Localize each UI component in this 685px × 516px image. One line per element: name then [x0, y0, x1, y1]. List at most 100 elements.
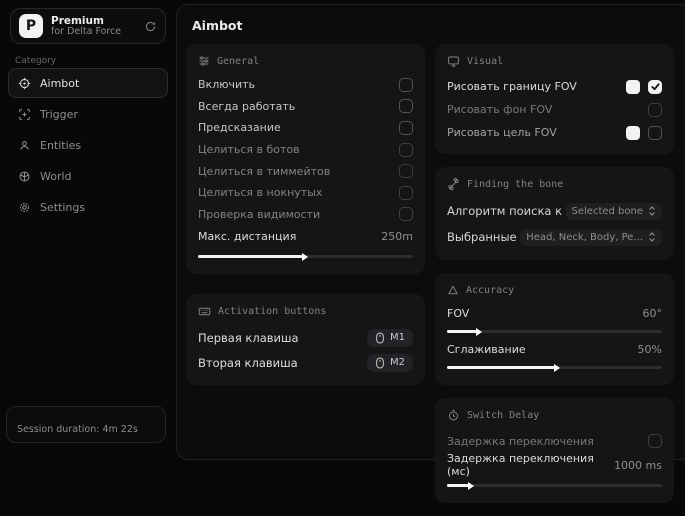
keybind-button-m1[interactable]: M1 [367, 329, 413, 347]
slider-thumb[interactable] [554, 364, 560, 372]
color-swatch[interactable] [626, 126, 640, 140]
page-title: Aimbot [177, 5, 685, 33]
slider-thumb[interactable] [468, 482, 474, 490]
fov-label: FOV [447, 307, 469, 320]
smoothing-label: Сглаживание [447, 343, 526, 356]
fov-slider[interactable] [447, 330, 662, 333]
checkbox-enable[interactable] [399, 78, 413, 92]
sidebar-item-label: Entities [40, 139, 81, 152]
toggle-label: Всегда работать [198, 100, 295, 113]
slider-thumb[interactable] [302, 253, 308, 261]
keybind-value: M1 [390, 332, 405, 343]
activation-header-label: Activation buttons [218, 306, 326, 317]
bones-header-label: Finding the bone [467, 179, 563, 190]
color-swatch[interactable] [626, 80, 640, 94]
switch-delay-slider[interactable] [447, 484, 662, 487]
checkbox-always-work[interactable] [399, 99, 413, 113]
bone-algorithm-select[interactable]: Selected bone [566, 203, 662, 220]
sidebar-item-world[interactable]: World [8, 161, 168, 191]
checkbox-target-knocked[interactable] [399, 186, 413, 200]
smoothing-value: 50% [638, 343, 662, 356]
toggle-row-visibility-check: Проверка видимости [198, 204, 413, 226]
bone-algorithm-row: Алгоритм поиска кост Selected bone [447, 198, 662, 224]
checkbox-fov-target[interactable] [648, 126, 662, 140]
general-header-label: General [217, 56, 259, 67]
monitor-icon [447, 55, 460, 68]
visual-row-fov-target: Рисовать цель FOV [447, 121, 662, 144]
switch-delay-ms-label: Задержка переключения (мс) [447, 452, 614, 478]
checkbox-visibility-check[interactable] [399, 207, 413, 221]
checkbox-target-teammates[interactable] [399, 164, 413, 178]
unfold-icon [648, 206, 656, 216]
keybind-button-m2[interactable]: M2 [367, 354, 413, 372]
toggle-label: Проверка видимости [198, 208, 320, 221]
gear-icon [18, 201, 31, 214]
visual-label: Рисовать цель FOV [447, 126, 557, 139]
selected-bones-row: Выбранные кос Head, Neck, Body, Pe... [447, 224, 662, 250]
switch-delay-ms-row: Задержка переключения (мс) 1000 ms [447, 453, 662, 477]
session-duration-box: Session duration: 4m 22s [6, 406, 166, 443]
accuracy-header-label: Accuracy [466, 285, 514, 296]
fov-value: 60° [643, 307, 663, 320]
sidebar-item-settings[interactable]: Settings [8, 192, 168, 222]
toggle-label: Целиться в нокнутых [198, 186, 322, 199]
general-header: General [198, 55, 413, 67]
checkbox-switch-delay[interactable] [648, 434, 662, 448]
slider-thumb[interactable] [476, 328, 482, 336]
toggle-row-always-work: Всегда работать [198, 96, 413, 118]
session-duration-text: Session duration: 4m 22s [17, 424, 138, 435]
activation-card: Activation buttons Первая клавиша M1 [186, 294, 425, 385]
accuracy-card: Accuracy FOV 60° Сглаживание 50% [435, 273, 674, 385]
mouse-icon [375, 357, 385, 369]
general-card: General Включить Всегда работать Предска… [186, 44, 425, 274]
sidebar-item-label: World [40, 170, 72, 183]
sidebar-item-label: Aimbot [40, 77, 79, 90]
trigger-icon [18, 108, 31, 121]
checkbox-fov-border[interactable] [648, 80, 662, 94]
toggle-row-enable: Включить [198, 74, 413, 96]
visual-label: Рисовать фон FOV [447, 103, 552, 116]
max-distance-row: Макс. дистанция 250m [198, 225, 413, 248]
sidebar-item-label: Trigger [40, 108, 78, 121]
keybind-value: M2 [390, 357, 405, 368]
bone-algorithm-label: Алгоритм поиска кост [447, 204, 562, 218]
keybind-label: Первая клавиша [198, 331, 299, 345]
selected-bones-label: Выбранные кос [447, 230, 516, 244]
sidebar-item-entities[interactable]: Entities [8, 130, 168, 160]
category-label: Category [15, 56, 56, 66]
visual-row-fov-background: Рисовать фон FOV [447, 98, 662, 121]
license-title: Premium [51, 15, 136, 27]
main-panel: Aimbot General Включить Всегда [176, 4, 685, 460]
toggle-label: Целиться в ботов [198, 143, 300, 156]
sidebar-item-aimbot[interactable]: Aimbot [8, 68, 168, 98]
bone-icon [447, 178, 460, 191]
keybind-row-first: Первая клавиша M1 [198, 325, 413, 350]
visual-row-fov-border: Рисовать границу FOV [447, 75, 662, 98]
visual-label: Рисовать границу FOV [447, 80, 577, 93]
toggle-row-target-bots: Целиться в ботов [198, 139, 413, 161]
entities-icon [18, 139, 31, 152]
toggle-row-prediction: Предсказание [198, 117, 413, 139]
checkbox-prediction[interactable] [399, 121, 413, 135]
smoothing-slider[interactable] [447, 366, 662, 369]
smoothing-row: Сглаживание 50% [447, 339, 662, 359]
sidebar-item-label: Settings [40, 201, 85, 214]
sidebar-item-trigger[interactable]: Trigger [8, 99, 168, 129]
app-logo: P [19, 14, 43, 38]
select-value: Selected bone [572, 206, 643, 217]
refresh-icon[interactable] [144, 20, 157, 33]
selected-bones-select[interactable]: Head, Neck, Body, Pe... [520, 229, 662, 246]
toggle-label: Целиться в тиммейтов [198, 165, 330, 178]
max-distance-slider[interactable] [198, 255, 413, 258]
clock-icon [447, 409, 460, 422]
switch-delay-toggle-row: Задержка переключения [447, 429, 662, 453]
visual-card: Visual Рисовать границу FOV Рисовать фон… [435, 44, 674, 154]
fov-row: FOV 60° [447, 303, 662, 323]
toggle-row-target-teammates: Целиться в тиммейтов [198, 160, 413, 182]
switch-delay-toggle-label: Задержка переключения [447, 435, 594, 448]
globe-icon [18, 170, 31, 183]
checkbox-target-bots[interactable] [399, 143, 413, 157]
checkbox-fov-background[interactable] [648, 103, 662, 117]
mouse-icon [375, 332, 385, 344]
switch-delay-ms-value: 1000 ms [614, 459, 662, 472]
